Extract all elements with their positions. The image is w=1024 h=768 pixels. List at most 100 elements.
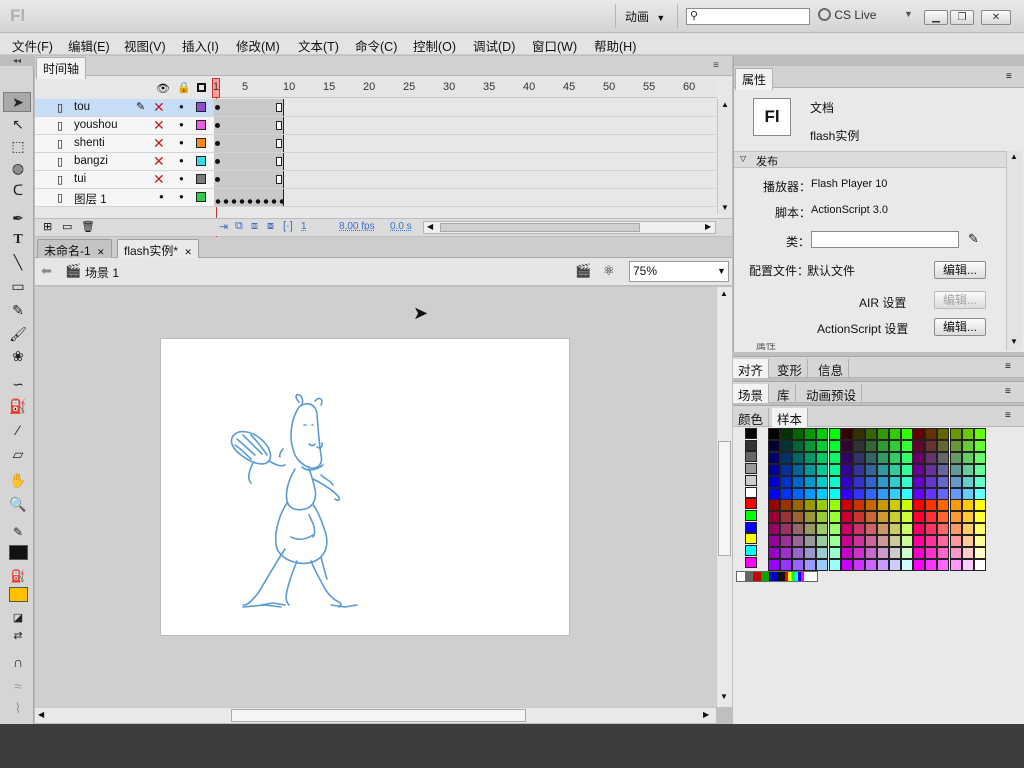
- tab-transform[interactable]: 变形: [772, 359, 809, 378]
- subselection-tool-icon[interactable]: ↖: [8, 114, 28, 134]
- hidden-x-icon[interactable]: ✕: [153, 171, 165, 188]
- layer-color-swatch[interactable]: [196, 138, 206, 148]
- color-swatch[interactable]: [840, 499, 853, 512]
- color-swatch[interactable]: [937, 547, 950, 559]
- edit-symbols-icon[interactable]: ⚛: [603, 263, 615, 279]
- color-swatch[interactable]: [889, 463, 901, 476]
- color-swatch[interactable]: [901, 487, 914, 500]
- end-frame[interactable]: [276, 139, 282, 148]
- cs-live-chevron-icon[interactable]: ▼: [904, 9, 913, 19]
- color-swatch[interactable]: [792, 475, 805, 488]
- color-swatch[interactable]: [816, 428, 829, 440]
- color-swatch[interactable]: [816, 558, 829, 571]
- stage-vscroll[interactable]: ▲ ▼: [716, 287, 732, 707]
- color-swatch[interactable]: [901, 558, 914, 571]
- color-swatch[interactable]: [745, 498, 757, 510]
- color-swatch[interactable]: [889, 487, 901, 500]
- color-swatch[interactable]: [816, 463, 829, 476]
- layer-name[interactable]: tou: [74, 101, 90, 113]
- color-swatch[interactable]: [804, 547, 817, 559]
- bone-tool-icon[interactable]: ∽: [8, 374, 28, 394]
- menu-window[interactable]: 窗口(W): [532, 36, 577, 55]
- deco-tool-icon[interactable]: ❀: [8, 346, 28, 366]
- color-swatch[interactable]: [840, 475, 853, 488]
- color-swatch[interactable]: [961, 439, 974, 452]
- color-swatch[interactable]: [937, 511, 950, 524]
- color-swatch[interactable]: [937, 487, 950, 500]
- color-swatch[interactable]: [937, 523, 950, 536]
- class-input[interactable]: [811, 231, 959, 248]
- color-swatch[interactable]: [828, 499, 841, 512]
- color-swatch[interactable]: [876, 511, 889, 524]
- color-swatch[interactable]: [828, 428, 841, 440]
- color-swatch[interactable]: [925, 499, 938, 512]
- scroll-left-icon[interactable]: ◀: [427, 222, 433, 231]
- color-swatch[interactable]: [864, 439, 877, 452]
- color-swatch[interactable]: [925, 511, 938, 524]
- panel-menu-icon[interactable]: ≡: [1006, 71, 1012, 82]
- color-swatch[interactable]: [864, 523, 877, 536]
- smooth-icon[interactable]: ≈: [8, 676, 28, 696]
- menu-edit[interactable]: 编辑(E): [68, 36, 110, 55]
- layer-row[interactable]: ▯ youshou ✕ ●: [35, 117, 214, 135]
- color-swatch[interactable]: [901, 475, 914, 488]
- color-swatch[interactable]: [864, 428, 877, 440]
- black-white-icon[interactable]: ◪: [8, 608, 28, 628]
- color-swatch[interactable]: [937, 451, 950, 464]
- color-swatch[interactable]: [840, 547, 853, 559]
- color-swatch[interactable]: [949, 487, 962, 500]
- color-swatch[interactable]: [852, 547, 865, 559]
- color-swatch[interactable]: [852, 439, 865, 452]
- layer-name[interactable]: bangzi: [74, 155, 108, 167]
- panel-collapse-bar[interactable]: [734, 56, 1024, 66]
- color-swatch[interactable]: [961, 475, 974, 488]
- color-swatch[interactable]: [973, 523, 986, 536]
- pen-tool-icon[interactable]: ✒: [8, 208, 28, 228]
- color-swatch[interactable]: [901, 499, 914, 512]
- color-swatch[interactable]: [852, 463, 865, 476]
- color-swatch[interactable]: [852, 487, 865, 500]
- layer-row[interactable]: ▯ shenti ✕ ●: [35, 135, 214, 153]
- color-swatch[interactable]: [804, 428, 817, 440]
- color-swatch[interactable]: [828, 523, 841, 536]
- color-swatch[interactable]: [937, 558, 950, 571]
- color-swatch[interactable]: [792, 428, 805, 440]
- color-swatch[interactable]: [768, 487, 780, 500]
- color-swatch[interactable]: [889, 547, 901, 559]
- keyframe[interactable]: [215, 141, 220, 146]
- color-swatch[interactable]: [925, 475, 938, 488]
- color-swatch[interactable]: [768, 463, 780, 476]
- current-frame[interactable]: 1: [301, 221, 307, 232]
- frame-span[interactable]: [214, 171, 284, 188]
- edit-multiple-frames-icon[interactable]: ⧇: [267, 220, 274, 233]
- color-swatch[interactable]: [889, 558, 901, 571]
- scroll-up-icon[interactable]: ▲: [721, 100, 729, 109]
- hand-tool-icon[interactable]: ✋: [8, 470, 28, 490]
- color-swatch[interactable]: [961, 511, 974, 524]
- lock-dot-icon[interactable]: ●: [179, 102, 184, 111]
- color-swatch[interactable]: [852, 558, 865, 571]
- frame-span[interactable]: [214, 153, 284, 170]
- props-vscroll[interactable]: ▲ ▼: [1006, 151, 1022, 351]
- panel-menu-icon[interactable]: ≡: [713, 60, 719, 71]
- color-swatch[interactable]: [852, 523, 865, 536]
- color-swatch[interactable]: [780, 451, 793, 464]
- color-swatch[interactable]: [901, 463, 914, 476]
- color-swatch[interactable]: [889, 451, 901, 464]
- color-swatch[interactable]: [876, 499, 889, 512]
- color-swatch[interactable]: [828, 463, 841, 476]
- delete-layer-icon[interactable]: 🗑: [81, 220, 95, 233]
- color-swatch[interactable]: [889, 523, 901, 536]
- center-frame-icon[interactable]: ⇥: [219, 220, 228, 233]
- cs-live-button[interactable]: CS Live: [818, 8, 876, 22]
- color-swatch[interactable]: [768, 523, 780, 536]
- color-swatch[interactable]: [864, 511, 877, 524]
- color-swatch[interactable]: [745, 428, 757, 439]
- gradient-swatches[interactable]: [736, 571, 818, 582]
- hidden-x-icon[interactable]: ✕: [153, 135, 165, 152]
- color-swatch[interactable]: [925, 547, 938, 559]
- color-swatch[interactable]: [901, 547, 914, 559]
- color-swatch[interactable]: [961, 523, 974, 536]
- color-swatch[interactable]: [925, 428, 938, 440]
- color-swatch[interactable]: [864, 558, 877, 571]
